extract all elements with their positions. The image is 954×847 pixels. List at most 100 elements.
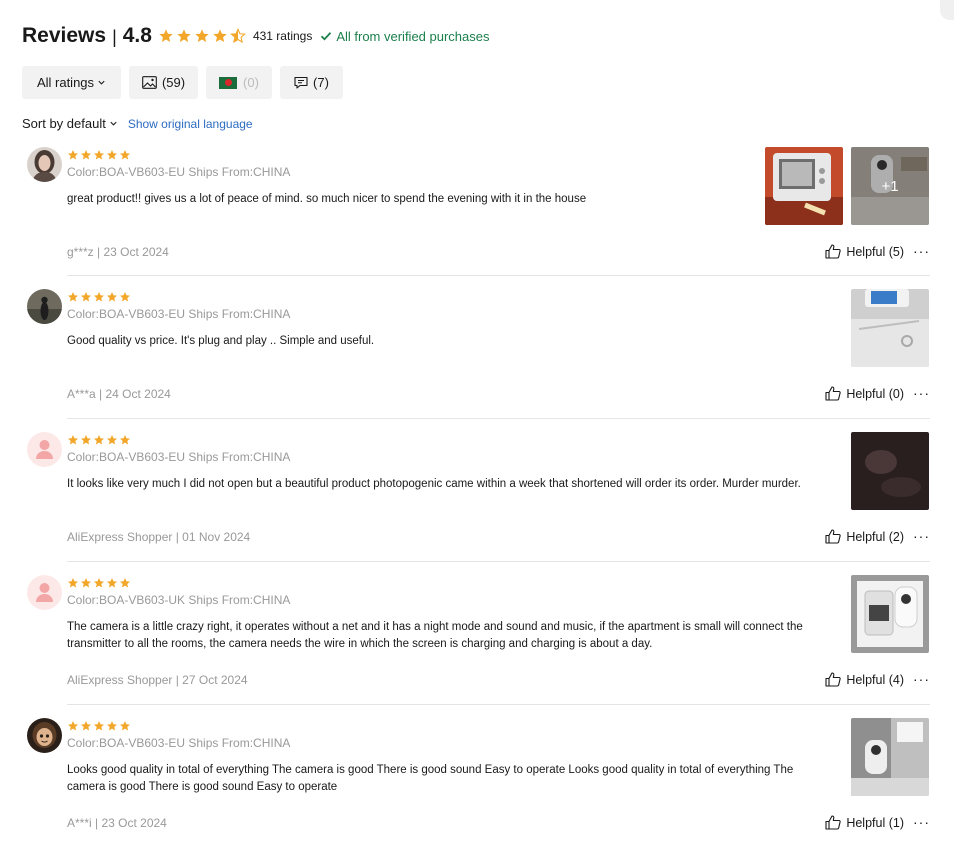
- avatar[interactable]: [27, 147, 62, 182]
- review-variant: Color:BOA-VB603-UK Ships From:CHINA: [67, 593, 291, 607]
- review-photo[interactable]: [851, 575, 929, 653]
- review-divider: [67, 418, 930, 419]
- local-reviews-filter[interactable]: (0): [206, 66, 272, 99]
- review-stars: [67, 577, 131, 589]
- review-meta: AliExpress Shopper | 01 Nov 2024: [67, 530, 251, 544]
- header-separator: |: [112, 26, 117, 47]
- star-icon: [119, 434, 131, 446]
- star-icon: [93, 434, 105, 446]
- thumbs-up-icon: [825, 672, 842, 687]
- star-icon: [67, 434, 79, 446]
- review-text: great product!! gives us a lot of peace …: [67, 193, 587, 205]
- review-text: The camera is a little crazy right, it o…: [67, 621, 803, 650]
- review-meta: g***z | 23 Oct 2024: [67, 245, 169, 259]
- star-half-icon: [230, 28, 246, 44]
- avatar[interactable]: [27, 718, 62, 753]
- review-photo[interactable]: +1: [851, 147, 929, 225]
- review-text: Looks good quality in total of everythin…: [67, 764, 794, 793]
- star-icon: [158, 28, 174, 44]
- window-corner: [940, 0, 954, 20]
- sort-dropdown[interactable]: Sort by default: [22, 116, 118, 131]
- helpful-label: Helpful (2): [846, 529, 904, 544]
- helpful-button[interactable]: Helpful (1): [825, 815, 904, 830]
- review-stars: [67, 434, 131, 446]
- review-stars: [67, 149, 131, 161]
- avatar[interactable]: [27, 575, 62, 610]
- thumbs-up-icon: [825, 815, 842, 830]
- star-icon: [176, 28, 192, 44]
- review-variant: Color:BOA-VB603-EU Ships From:CHINA: [67, 307, 291, 321]
- more-photos-badge: +1: [851, 147, 929, 225]
- star-icon: [80, 434, 92, 446]
- star-icon: [93, 577, 105, 589]
- review-stars: [67, 720, 131, 732]
- text-reviews-filter[interactable]: (7): [280, 66, 343, 99]
- more-options-icon[interactable]: ···: [913, 672, 930, 686]
- review-photo[interactable]: [851, 432, 929, 510]
- review-text: Good quality vs price. It's plug and pla…: [67, 335, 375, 347]
- star-icon: [67, 720, 79, 732]
- ratings-count: 431 ratings: [252, 29, 313, 43]
- review-divider: [67, 561, 930, 562]
- average-stars: [158, 28, 246, 44]
- avatar[interactable]: [27, 432, 62, 467]
- star-icon: [93, 291, 105, 303]
- review-variant: Color:BOA-VB603-EU Ships From:CHINA: [67, 736, 291, 750]
- thumbs-up-icon: [825, 244, 842, 259]
- helpful-button[interactable]: Helpful (2): [825, 529, 904, 544]
- star-icon: [67, 291, 79, 303]
- helpful-label: Helpful (4): [846, 672, 904, 687]
- helpful-button[interactable]: Helpful (5): [825, 244, 904, 259]
- star-icon: [80, 291, 92, 303]
- more-options-icon[interactable]: ···: [913, 529, 930, 543]
- check-icon: [321, 32, 332, 41]
- helpful-label: Helpful (1): [846, 815, 904, 830]
- star-icon: [67, 149, 79, 161]
- review-text: It looks like very much I did not open b…: [67, 478, 801, 490]
- review-meta: A***a | 24 Oct 2024: [67, 387, 171, 401]
- star-icon: [93, 720, 105, 732]
- sort-label: Sort by default: [22, 116, 106, 131]
- star-icon: [106, 577, 118, 589]
- thumbs-up-icon: [825, 529, 842, 544]
- star-icon: [80, 577, 92, 589]
- helpful-label: Helpful (0): [846, 386, 904, 401]
- helpful-button[interactable]: Helpful (4): [825, 672, 904, 687]
- photos-filter[interactable]: (59): [129, 66, 198, 99]
- comment-icon: [294, 76, 308, 89]
- review-meta: A***i | 23 Oct 2024: [67, 816, 167, 830]
- review-divider: [67, 704, 930, 705]
- star-icon: [80, 149, 92, 161]
- local-count: (0): [243, 75, 259, 90]
- average-score: 4.8: [122, 24, 152, 47]
- photos-count: (59): [161, 75, 186, 90]
- chevron-down-icon: [110, 121, 117, 126]
- more-options-icon[interactable]: ···: [913, 815, 930, 829]
- star-icon: [106, 291, 118, 303]
- star-icon: [106, 434, 118, 446]
- review-variant: Color:BOA-VB603-EU Ships From:CHINA: [67, 165, 291, 179]
- star-icon: [119, 291, 131, 303]
- all-ratings-label: All ratings: [36, 75, 95, 90]
- all-ratings-filter[interactable]: All ratings: [22, 66, 121, 99]
- star-icon: [119, 720, 131, 732]
- helpful-button[interactable]: Helpful (0): [825, 386, 904, 401]
- show-original-language-link[interactable]: Show original language: [128, 117, 253, 131]
- star-icon: [67, 577, 79, 589]
- review-stars: [67, 291, 131, 303]
- review-photo[interactable]: [765, 147, 843, 225]
- verified-text: All from verified purchases: [336, 28, 490, 44]
- star-icon: [80, 720, 92, 732]
- reviews-title: Reviews: [22, 24, 107, 47]
- review-divider: [67, 275, 930, 276]
- more-options-icon[interactable]: ···: [913, 386, 930, 400]
- review-photo[interactable]: [851, 718, 929, 796]
- star-icon: [119, 149, 131, 161]
- avatar[interactable]: [27, 289, 62, 324]
- review-photo[interactable]: [851, 289, 929, 367]
- more-options-icon[interactable]: ···: [913, 244, 930, 258]
- star-icon: [119, 577, 131, 589]
- text-count: (7): [313, 75, 329, 90]
- chevron-down-icon: [98, 80, 105, 85]
- star-icon: [106, 149, 118, 161]
